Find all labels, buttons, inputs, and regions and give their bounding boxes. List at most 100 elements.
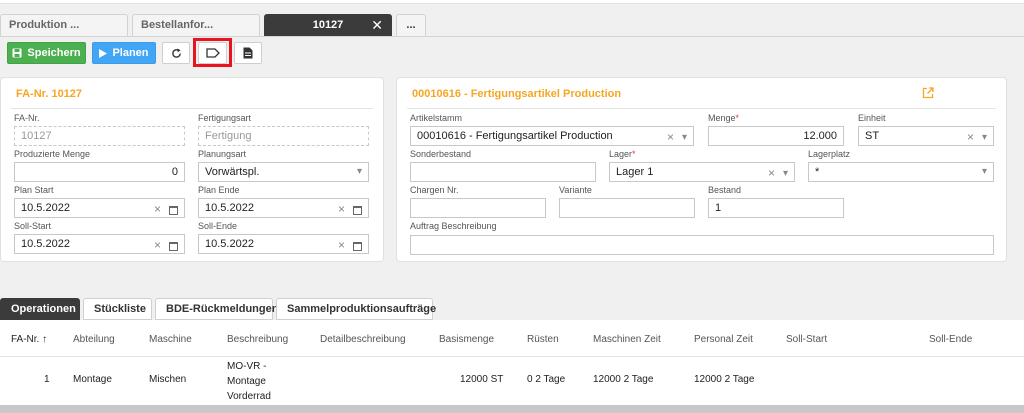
tab-bde-rueckmeldungen[interactable]: BDE-Rückmeldungen <box>155 298 278 320</box>
column-header[interactable]: Soll-Start <box>786 334 827 345</box>
clear-icon[interactable]: × <box>338 202 345 216</box>
clear-icon[interactable]: × <box>768 166 775 180</box>
menge-field[interactable]: 0 <box>14 162 185 182</box>
artikelstamm-select[interactable]: 00010616 - Fertigungsartikel Production … <box>410 126 694 146</box>
fa-nr-field: 10127 <box>14 126 185 146</box>
tab-sammelproduktionsauftraege[interactable]: Sammelproduktionsaufträge <box>276 298 436 320</box>
refresh-button[interactable] <box>162 42 190 64</box>
save-button-label: Speichern <box>27 47 81 59</box>
plan-button[interactable]: Planen <box>92 42 156 64</box>
refresh-icon <box>171 47 181 58</box>
column-header[interactable]: Beschreibung <box>227 334 288 345</box>
cell-maschinen-zeit[interactable]: 12000 2 Tage <box>593 374 653 385</box>
planungsart-select[interactable]: Vorwärtspl. ▾ <box>198 162 369 182</box>
clear-icon[interactable]: × <box>154 202 161 216</box>
external-link-icon[interactable] <box>922 87 934 102</box>
document-icon <box>243 47 253 59</box>
tab-bestellanforderung[interactable]: Bestellanfor... <box>132 14 260 36</box>
tab-10127[interactable]: 10127 ✕ <box>264 14 392 36</box>
sonderbestand-field[interactable] <box>410 162 596 182</box>
column-header[interactable]: Rüsten <box>527 334 559 345</box>
chevron-down-icon[interactable]: ▾ <box>682 132 687 143</box>
menge-label: Produzierte Menge <box>14 149 91 159</box>
cell-maschine[interactable]: Mischen <box>149 374 186 385</box>
menge-field[interactable]: 12.000 <box>708 126 844 146</box>
lager-select[interactable]: Lager 1 × ▾ <box>609 162 795 182</box>
planungsart-value: Vorwärtspl. <box>205 166 260 178</box>
clear-icon[interactable]: × <box>154 238 161 252</box>
cell-basismenge[interactable]: 12000 ST <box>460 374 503 385</box>
clear-icon[interactable]: × <box>967 130 974 144</box>
column-header[interactable]: Detailbeschreibung <box>320 334 406 345</box>
lager-value: Lager 1 <box>616 166 654 178</box>
close-icon[interactable]: ✕ <box>371 17 383 34</box>
chargen-field[interactable] <box>410 198 546 218</box>
soll-ende-field[interactable]: 10.5.2022 × <box>198 234 369 254</box>
chevron-down-icon[interactable]: ▾ <box>982 132 987 143</box>
fertigungsart-label: Fertigungsart <box>198 113 252 123</box>
chevron-down-icon[interactable]: ▾ <box>982 166 987 177</box>
chargen-label: Chargen Nr. <box>410 185 459 195</box>
horizontal-scrollbar[interactable] <box>0 405 1024 413</box>
chevron-down-icon[interactable]: ▾ <box>357 166 362 177</box>
cell-ruesten[interactable]: 0 2 Tage <box>527 374 565 385</box>
einheit-value: ST <box>865 130 880 142</box>
tab-10127-label: 10127 <box>312 19 344 31</box>
sonderbestand-label: Sonderbestand <box>410 149 472 159</box>
chevron-down-icon[interactable]: ▾ <box>783 168 788 179</box>
lagerplatz-select[interactable]: * ▾ <box>808 162 994 182</box>
clear-icon[interactable]: × <box>667 130 674 144</box>
einheit-label: Einheit <box>858 113 886 123</box>
highlight-box <box>193 38 232 67</box>
save-button[interactable]: Speichern <box>7 42 86 64</box>
tab-more[interactable]: ... <box>396 14 426 36</box>
soll-start-field[interactable]: 10.5.2022 × <box>14 234 185 254</box>
cell-beschreibung[interactable]: MO-VR - Montage Vorderrad <box>227 359 287 404</box>
plan-ende-label: Plan Ende <box>198 185 240 195</box>
card-title: 00010616 - Fertigungsartikel Production <box>412 88 622 100</box>
column-header[interactable]: Personal Zeit <box>694 334 753 345</box>
menge-label: Menge* <box>708 113 740 123</box>
soll-ende-value: 10.5.2022 <box>205 238 254 250</box>
column-header[interactable]: FA-Nr. ↑ <box>11 334 47 345</box>
variante-label: Variante <box>559 185 592 195</box>
plan-button-label: Planen <box>112 47 149 59</box>
calendar-icon[interactable] <box>353 241 362 251</box>
document-button[interactable] <box>234 42 262 64</box>
beschreibung-field[interactable] <box>410 235 994 255</box>
artikelstamm-value: 00010616 - Fertigungsartikel Production <box>417 130 613 142</box>
soll-start-label: Soll-Start <box>14 221 52 231</box>
soll-start-value: 10.5.2022 <box>21 238 70 250</box>
menge-label-text: Menge <box>708 113 736 123</box>
tab-produktion[interactable]: Produktion ... <box>0 14 128 36</box>
column-header[interactable]: Basismenge <box>439 334 494 345</box>
soll-ende-label: Soll-Ende <box>198 221 238 231</box>
operations-grid: FA-Nr. ↑ Abteilung Maschine Beschreibung… <box>0 320 1024 413</box>
arrow-up-icon: ↑ <box>42 334 48 345</box>
calendar-icon[interactable] <box>169 205 178 215</box>
calendar-icon[interactable] <box>353 205 362 215</box>
column-header[interactable]: Maschine <box>149 334 192 345</box>
bestand-field[interactable]: 1 <box>708 198 844 218</box>
cell-abteilung[interactable]: Montage <box>73 374 112 385</box>
clear-icon[interactable]: × <box>338 238 345 252</box>
cell-personal-zeit[interactable]: 12000 2 Tage <box>694 374 754 385</box>
plan-ende-field[interactable]: 10.5.2022 × <box>198 198 369 218</box>
plan-start-field[interactable]: 10.5.2022 × <box>14 198 185 218</box>
column-header[interactable]: Soll-Ende <box>929 334 972 345</box>
column-header[interactable]: Maschinen Zeit <box>593 334 661 345</box>
artikelstamm-label: Artikelstamm <box>410 113 463 123</box>
lagerplatz-label: Lagerplatz <box>808 149 851 159</box>
grid-header-divider <box>0 356 1024 357</box>
floppy-icon <box>12 48 22 58</box>
card-divider <box>11 108 373 109</box>
plan-start-value: 10.5.2022 <box>21 202 70 214</box>
cell-fa-nr[interactable]: 1 <box>44 374 50 385</box>
einheit-select[interactable]: ST × ▾ <box>858 126 994 146</box>
tab-operationen[interactable]: Operationen <box>0 298 80 320</box>
lager-label-text: Lager <box>609 149 633 159</box>
tab-stueckliste[interactable]: Stückliste <box>83 298 152 320</box>
calendar-icon[interactable] <box>169 241 178 251</box>
column-header[interactable]: Abteilung <box>73 334 115 345</box>
variante-field[interactable] <box>559 198 695 218</box>
